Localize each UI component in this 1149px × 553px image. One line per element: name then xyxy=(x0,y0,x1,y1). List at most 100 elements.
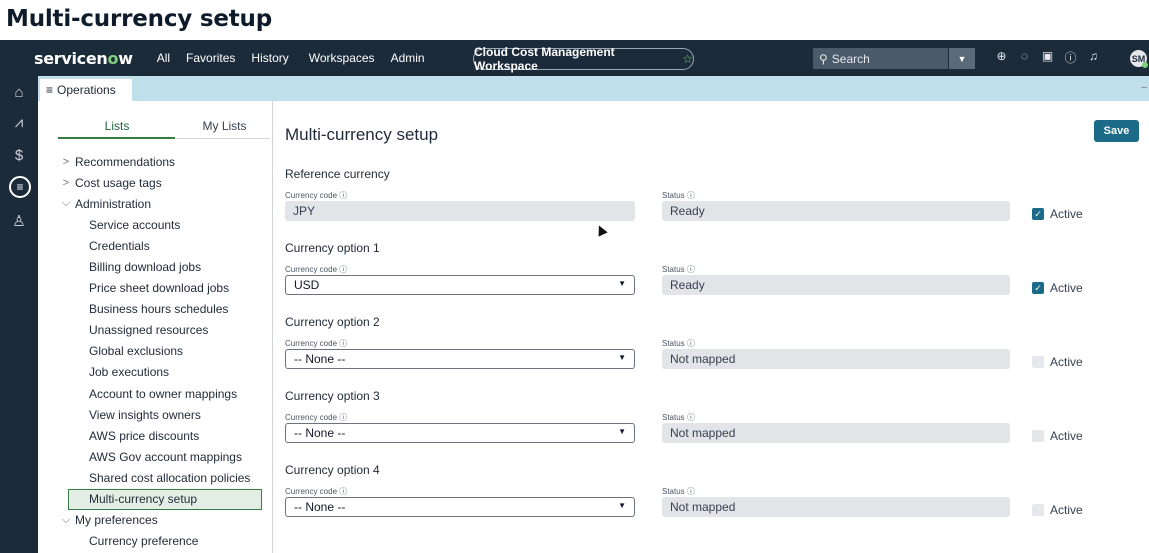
active-tab-indicator xyxy=(58,137,175,139)
chevron-down-icon[interactable]: ⌵ xyxy=(59,197,73,210)
tree-item-label: My preferences xyxy=(75,513,158,528)
bell-icon[interactable]: ♫ xyxy=(1082,49,1105,66)
tree-item[interactable]: Job executions xyxy=(38,362,273,383)
tree-item[interactable]: AWS price discounts xyxy=(38,425,273,446)
tree-item-label: Cost usage tags xyxy=(75,175,162,190)
currency-code-select[interactable]: -- None -- ▼ xyxy=(285,497,635,517)
status-label: Status ⓘ xyxy=(662,191,695,200)
active-checkbox[interactable]: ✓ Active xyxy=(1032,281,1083,295)
status-value: Not mapped xyxy=(670,352,736,366)
navigation-tree: > Recommendations > Cost usage tags ⌵ Adminis… xyxy=(38,151,273,552)
dollar-icon[interactable]: $ xyxy=(0,147,38,164)
tab-lists[interactable]: Lists xyxy=(58,119,176,137)
dropdown-arrow-icon: ▼ xyxy=(618,501,626,510)
menu-icon: ≡ xyxy=(46,83,54,97)
nav-favorites[interactable]: Favorites xyxy=(178,51,243,65)
home-icon[interactable]: ⌂ xyxy=(0,84,38,101)
favorite-star-icon[interactable]: ☆ xyxy=(682,52,693,66)
search-scope-dropdown[interactable]: ▼ xyxy=(949,48,975,69)
tree-item[interactable]: View insights owners xyxy=(38,404,273,425)
tree-item[interactable]: Business hours schedules xyxy=(38,299,273,320)
help-icon[interactable]: ⓘ xyxy=(1059,49,1082,66)
active-checkbox[interactable]: ✓ Active xyxy=(1032,207,1083,221)
tree-item[interactable]: > Recommendations xyxy=(38,151,273,172)
search-input[interactable]: ⚲ Search xyxy=(813,48,948,69)
chevron-right-icon[interactable]: > xyxy=(59,177,73,189)
tree-item-label: Currency preference xyxy=(89,534,199,549)
tab-label: Operations xyxy=(57,83,116,97)
tree-item-label: Billing download jobs xyxy=(89,260,202,275)
tree-item[interactable]: Unassigned resources xyxy=(38,320,273,341)
nav-admin[interactable]: Admin xyxy=(383,51,433,65)
tree-item[interactable]: AWS Gov account mappings xyxy=(38,446,273,467)
currency-code-select[interactable]: -- None -- ▼ xyxy=(285,423,635,443)
status-value: Ready xyxy=(670,278,705,292)
checkbox-unchecked-icon xyxy=(1032,430,1044,442)
status-field: Ready xyxy=(662,201,1010,221)
dropdown-arrow-icon: ▼ xyxy=(618,427,626,436)
lists-panel: Lists My Lists > Recommendations > Cost usa… xyxy=(38,101,273,553)
main-content: Multi-currency setup Save Reference curr… xyxy=(274,101,1149,553)
tree-item-label: Administration xyxy=(75,196,152,211)
checkbox-checked-icon[interactable]: ✓ xyxy=(1032,282,1044,294)
nav-workspaces[interactable]: Workspaces xyxy=(301,51,383,65)
chat-icon[interactable]: ◌ xyxy=(1013,49,1036,66)
currency-code-select[interactable]: USD ▼ xyxy=(285,275,635,295)
tree-item[interactable]: Account to owner mappings xyxy=(38,383,273,404)
dropdown-arrow-icon: ▼ xyxy=(618,279,626,288)
tree-item[interactable]: Price sheet download jobs xyxy=(38,278,273,299)
tab-my-lists[interactable]: My Lists xyxy=(176,119,273,137)
tree-item[interactable]: Shared cost allocation policies xyxy=(38,467,273,488)
tree-item[interactable]: Global exclusions xyxy=(38,341,273,362)
currency-code-label: Currency code ⓘ xyxy=(285,191,348,200)
tree-item[interactable]: Multi-currency setup xyxy=(68,488,262,510)
tree-item[interactable]: Credentials xyxy=(38,235,273,256)
tree-item[interactable]: ⌵ Administration xyxy=(38,193,273,214)
chart-icon[interactable]: ⩘ xyxy=(0,114,38,131)
status-field: Ready xyxy=(662,275,1010,295)
presence-dot xyxy=(1142,62,1148,68)
tab-operations[interactable]: ≡ Operations xyxy=(40,79,132,101)
status-value: Not mapped xyxy=(670,500,736,514)
tree-item[interactable]: Billing download jobs xyxy=(38,256,273,277)
page-heading: Multi-currency setup xyxy=(0,0,1149,38)
avatar[interactable]: SM xyxy=(1130,50,1148,68)
chevron-right-icon[interactable]: > xyxy=(59,156,73,168)
tree-item-label: Price sheet download jobs xyxy=(89,281,230,296)
status-field: Not mapped xyxy=(662,349,1010,369)
checkbox-checked-icon[interactable]: ✓ xyxy=(1032,208,1044,220)
nav-all[interactable]: All xyxy=(149,51,178,65)
tree-item-label: AWS price discounts xyxy=(89,428,200,443)
tree-item[interactable]: Service accounts xyxy=(38,214,273,235)
save-button[interactable]: Save xyxy=(1094,120,1139,142)
chevron-down-icon[interactable]: ⌵ xyxy=(59,514,73,527)
tree-item[interactable]: > Cost usage tags xyxy=(38,172,273,193)
tree-item-label: Job executions xyxy=(89,365,170,380)
list-icon[interactable]: ≡ xyxy=(9,176,31,198)
user-icon[interactable]: ♙ xyxy=(0,212,38,230)
tree-item-label: Service accounts xyxy=(89,217,181,232)
section-title: Currency option 4 xyxy=(285,463,380,477)
nav-menu: All Favorites History Workspaces Admin xyxy=(149,51,433,65)
currency-code-select[interactable]: -- None -- ▼ xyxy=(285,349,635,369)
tree-item[interactable]: Currency preference xyxy=(38,531,273,552)
servicenow-logo[interactable]: servicenow xyxy=(34,49,133,68)
active-label: Active xyxy=(1050,281,1083,295)
search-placeholder: Search xyxy=(831,51,870,66)
checkbox-unchecked-icon xyxy=(1032,504,1044,516)
active-checkbox: Active xyxy=(1032,429,1083,443)
currency-section: Currency option 1 Currency code ⓘ USD ▼ Stat… xyxy=(285,241,1145,295)
status-label: Status ⓘ xyxy=(662,339,695,348)
tree-item-label: Account to owner mappings xyxy=(89,386,238,401)
active-checkbox: Active xyxy=(1032,355,1083,369)
currency-section: Currency option 4 Currency code ⓘ -- None … xyxy=(285,463,1145,517)
inbox-icon[interactable]: ▣ xyxy=(1036,49,1059,66)
workspace-pill[interactable]: Cloud Cost Management Workspace ☆ xyxy=(473,45,694,73)
nav-history[interactable]: History xyxy=(243,51,296,65)
section-title: Currency option 2 xyxy=(285,315,380,329)
tree-item-label: Unassigned resources xyxy=(89,323,209,338)
strip-overflow-icon[interactable]: – xyxy=(1141,82,1147,93)
tree-item[interactable]: ⌵ My preferences xyxy=(38,510,273,531)
search-icon: ⚲ xyxy=(819,51,828,66)
globe-icon[interactable]: ⊕ xyxy=(990,49,1013,66)
